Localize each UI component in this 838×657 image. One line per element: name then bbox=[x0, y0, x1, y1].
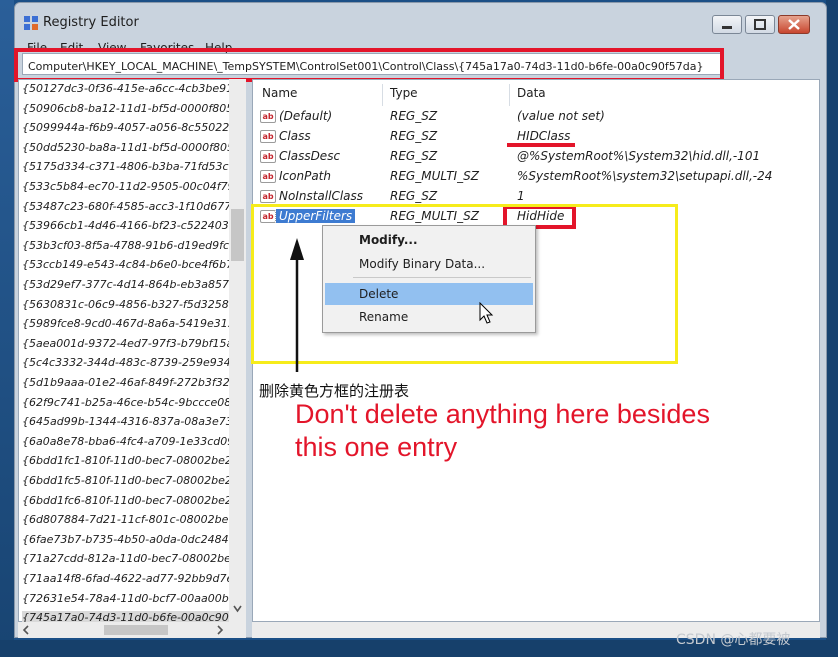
scroll-right-icon[interactable] bbox=[215, 625, 225, 635]
tree-item[interactable]: {6bdd1fc1-810f-11d0-bec7-08002be2 bbox=[22, 454, 232, 467]
tree-item[interactable]: {5c4c3332-344d-483c-8739-259e934c9 bbox=[22, 356, 232, 369]
table-row[interactable]: ab IconPath REG_MULTI_SZ %SystemRoot%\syste… bbox=[258, 169, 818, 187]
menu-separator bbox=[353, 277, 531, 278]
table-row[interactable]: ab (Default) REG_SZ (value not set) bbox=[258, 109, 818, 127]
tree-item[interactable]: {5099944a-f6b9-4057-a056-8c550228 bbox=[22, 121, 232, 134]
string-value-icon: ab bbox=[260, 150, 276, 163]
value-name: NoInstallClass bbox=[279, 189, 364, 203]
menu-item-delete-highlight[interactable] bbox=[325, 283, 533, 305]
menu-item-rename[interactable]: Rename bbox=[359, 310, 408, 324]
tree-item[interactable]: {533c5b84-ec70-11d2-9505-00c04f79 bbox=[22, 180, 232, 193]
close-button[interactable] bbox=[778, 15, 810, 34]
menu-item-modify[interactable]: Modify... bbox=[359, 233, 418, 247]
column-type[interactable]: Type bbox=[390, 86, 418, 100]
address-red-highlight bbox=[14, 48, 724, 82]
value-data: %SystemRoot%\system32\setupapi.dll,-24 bbox=[517, 169, 773, 183]
value-type: REG_SZ bbox=[390, 109, 438, 123]
value-name: Class bbox=[279, 129, 311, 143]
context-menu: Modify... Modify Binary Data... Delete R… bbox=[322, 225, 536, 333]
annotation-english: Don't delete anything here besides this … bbox=[295, 398, 710, 464]
class-red-underline bbox=[507, 143, 575, 147]
column-data[interactable]: Data bbox=[517, 86, 546, 100]
value-name: ClassDesc bbox=[279, 149, 341, 163]
value-data: (value not set) bbox=[517, 109, 605, 123]
tree-vertical-scrollbar[interactable] bbox=[229, 79, 246, 622]
string-value-icon: ab bbox=[260, 110, 276, 123]
desktop-background-right bbox=[826, 0, 838, 657]
tree-item[interactable]: {5175d334-c371-4806-b3ba-71fd53c9 bbox=[22, 160, 232, 173]
tree-item[interactable]: {6fae73b7-b735-4b50-a0da-0dc2484 bbox=[22, 533, 232, 546]
registry-editor-icon bbox=[24, 16, 38, 30]
mouse-cursor-icon bbox=[479, 302, 494, 324]
tree-item[interactable]: {71a27cdd-812a-11d0-bec7-08002be2 bbox=[22, 552, 232, 565]
menu-item-delete[interactable]: Delete bbox=[359, 287, 398, 301]
tree-item[interactable]: {645ad99b-1344-4316-837a-08a3e73 bbox=[22, 415, 232, 428]
value-name: (Default) bbox=[279, 109, 333, 123]
scroll-left-icon[interactable] bbox=[21, 625, 31, 635]
tree-item[interactable]: {53487c23-680f-4585-acc3-1f10d677 bbox=[22, 200, 232, 213]
value-type: REG_SZ bbox=[390, 189, 438, 203]
table-row[interactable]: ab ClassDesc REG_SZ @%SystemRoot%\System32\… bbox=[258, 149, 818, 167]
maximize-icon bbox=[754, 19, 766, 30]
value-data: 1 bbox=[517, 189, 525, 203]
value-type: REG_MULTI_SZ bbox=[390, 169, 479, 183]
string-value-icon: ab bbox=[260, 190, 276, 203]
tree-scroll-thumb[interactable] bbox=[231, 209, 244, 261]
value-type: REG_SZ bbox=[390, 129, 438, 143]
tree-item[interactable]: {6bdd1fc6-810f-11d0-bec7-08002be2 bbox=[22, 494, 232, 507]
annotation-english-line1: Don't delete anything here besides bbox=[295, 399, 710, 429]
tree-item[interactable]: {50dd5230-ba8a-11d1-bf5d-0000f805 bbox=[22, 141, 232, 154]
value-data: @%SystemRoot%\System32\hid.dll,-101 bbox=[517, 149, 761, 163]
tree-item[interactable]: {5630831c-06c9-4856-b327-f5d32586e bbox=[22, 298, 232, 311]
value-type: REG_SZ bbox=[390, 149, 438, 163]
tree-item[interactable]: {72631e54-78a4-11d0-bcf7-00aa00b7 bbox=[22, 592, 232, 605]
column-name[interactable]: Name bbox=[262, 86, 297, 100]
desktop-background bbox=[0, 0, 14, 657]
minimize-icon bbox=[722, 26, 732, 29]
annotation-english-line2: this one entry bbox=[295, 432, 458, 462]
tree-item[interactable]: {6bdd1fc5-810f-11d0-bec7-08002be2 bbox=[22, 474, 232, 487]
tree-item[interactable]: {50127dc3-0f36-415e-a6cc-4cb3be91 bbox=[22, 82, 232, 95]
watermark: CSDN @心都要被 bbox=[676, 632, 791, 648]
close-icon bbox=[788, 19, 800, 30]
window-title: Registry Editor bbox=[43, 15, 139, 30]
tree-item[interactable]: {50906cb8-ba12-11d1-bf5d-0000f805 bbox=[22, 102, 232, 115]
value-name: IconPath bbox=[279, 169, 331, 183]
menu-item-modify-binary[interactable]: Modify Binary Data... bbox=[359, 257, 485, 271]
tree-item[interactable]: {53d29ef7-377c-4d14-864b-eb3a8576 bbox=[22, 278, 232, 291]
column-separator bbox=[382, 84, 383, 106]
string-value-icon: ab bbox=[260, 170, 276, 183]
string-value-icon: ab bbox=[260, 130, 276, 143]
tree-item[interactable]: {53b3cf03-8f5a-4788-91b6-d19ed9fc bbox=[22, 239, 232, 252]
maximize-button[interactable] bbox=[745, 15, 775, 34]
tree-item[interactable]: {62f9c741-b25a-46ce-b54c-9bccce08b bbox=[22, 396, 232, 409]
minimize-button[interactable] bbox=[712, 15, 742, 34]
tree-item[interactable]: {5aea001d-9372-4ed7-97f3-b79bf15a bbox=[22, 337, 232, 350]
tree-item[interactable]: {5d1b9aaa-01e2-46af-849f-272b3f32 bbox=[22, 376, 232, 389]
tree-item[interactable]: {71aa14f8-6fad-4622-ad77-92bb9d7e bbox=[22, 572, 232, 585]
column-separator bbox=[509, 84, 510, 106]
tree-item[interactable]: {5989fce8-9cd0-467d-8a6a-5419e315 bbox=[22, 317, 232, 330]
tree-item[interactable]: {6d807884-7d21-11cf-801c-08002be1 bbox=[22, 513, 232, 526]
value-data: HIDClass bbox=[517, 129, 571, 143]
annotation-arrow-icon bbox=[290, 238, 304, 372]
scroll-down-icon[interactable] bbox=[232, 603, 243, 615]
tree-hscroll-thumb[interactable] bbox=[104, 625, 168, 635]
tree-item[interactable]: {6a0a8e78-bba6-4fc4-a709-1e33cd09 bbox=[22, 435, 232, 448]
tree-item[interactable]: {53966cb1-4d46-4166-bf23-c522403c bbox=[22, 219, 232, 232]
tree-item[interactable]: {53ccb149-e543-4c84-b6e0-bce4f6b7e bbox=[22, 258, 232, 271]
tree-horizontal-scrollbar[interactable] bbox=[18, 622, 246, 638]
